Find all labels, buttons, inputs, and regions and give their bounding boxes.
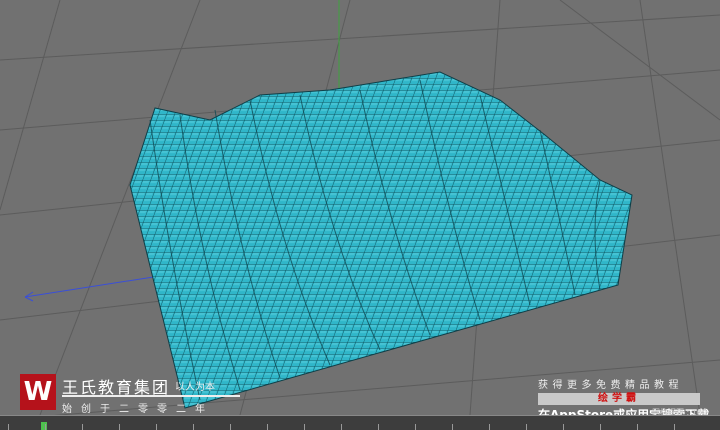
viewport-scene xyxy=(0,0,720,415)
timeline-tick xyxy=(563,424,564,430)
timeline-tick xyxy=(304,424,305,430)
promo-app-name: 绘学霸 xyxy=(538,393,700,405)
extruded-mesh-object xyxy=(129,71,633,409)
timeline-tick xyxy=(415,424,416,430)
timeline-tick xyxy=(341,424,342,430)
timeline-tick xyxy=(119,424,120,430)
timeline-tick xyxy=(156,424,157,430)
timeline-tick xyxy=(45,424,46,430)
promo-line1: 获得更多免费精品教程 xyxy=(538,380,683,391)
timeline-tick xyxy=(267,424,268,430)
timeline-tick xyxy=(489,424,490,430)
timeline-tick xyxy=(637,424,638,430)
timeline-tick xyxy=(378,424,379,430)
timeline-tick xyxy=(8,424,9,430)
timeline-tick xyxy=(452,424,453,430)
brand-divider xyxy=(62,395,240,397)
3d-viewport[interactable] xyxy=(0,0,720,415)
brand-subtitle: 始创于二零零二年 xyxy=(62,404,214,415)
timeline-tick xyxy=(230,424,231,430)
timeline-ruler[interactable] xyxy=(0,415,720,430)
timeline-tick xyxy=(526,424,527,430)
timeline-tick xyxy=(193,424,194,430)
timeline-tick xyxy=(82,424,83,430)
timeline-tick xyxy=(674,424,675,430)
timeline-tick xyxy=(600,424,601,430)
brand-slogan: 以人为本 xyxy=(175,382,215,393)
brand-logo: W xyxy=(20,374,56,410)
